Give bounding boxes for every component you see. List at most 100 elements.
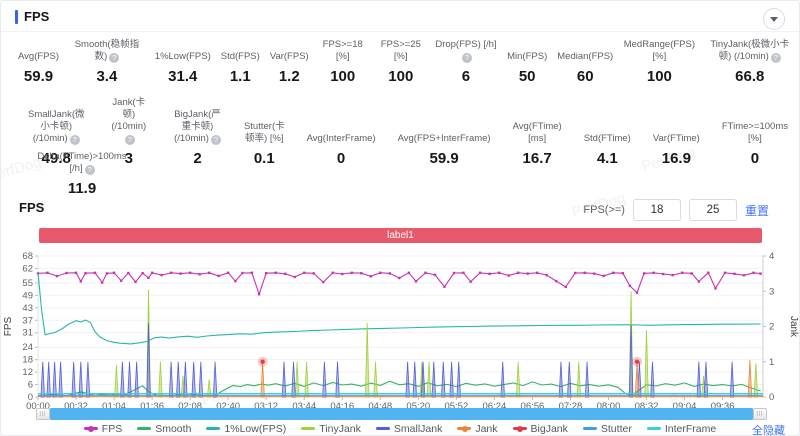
- stat-value: 31.4: [168, 68, 197, 85]
- legend-swatch: [301, 427, 315, 430]
- left-tick-label: 18: [22, 355, 33, 366]
- help-icon[interactable]: ?: [85, 165, 95, 175]
- left-tick-label: 43: [22, 303, 33, 314]
- series-fps-point: [743, 274, 745, 276]
- left-axis-title: FPS: [3, 316, 14, 336]
- help-icon[interactable]: ?: [125, 135, 135, 145]
- stat-label: Avg(FPS): [18, 51, 59, 63]
- legend-item-smooth[interactable]: Smooth: [137, 423, 191, 435]
- series-smalljank-spike: [697, 362, 701, 397]
- series-bigjank-marker: [260, 360, 264, 364]
- left-tick-label: 12: [22, 367, 33, 378]
- help-icon[interactable]: ?: [70, 135, 80, 145]
- legend-label: BigJank: [531, 423, 568, 435]
- series-fps-point: [517, 272, 519, 274]
- stat-value: 66.8: [735, 68, 764, 85]
- legend-label: Smooth: [155, 423, 191, 435]
- reset-link[interactable]: 重置: [745, 202, 769, 219]
- legend-item-jank[interactable]: Jank: [457, 423, 497, 435]
- legend-item-1lowfps[interactable]: 1%Low(FPS): [206, 423, 286, 435]
- legend-swatch: [457, 427, 471, 430]
- series-smalljank-spike: [730, 362, 734, 397]
- stat-value: 59.9: [24, 68, 53, 85]
- stat-label: Drop(FPS) [/h]?: [435, 39, 497, 63]
- right-tick-label: 4: [769, 251, 774, 262]
- right-axis-title: Jank: [788, 316, 799, 338]
- legend-item-stutter[interactable]: Stutter: [583, 423, 632, 435]
- stat-cell: Drop(FPS) [/h]?6: [430, 39, 502, 85]
- series-fps-point: [462, 272, 464, 274]
- chart-legend: FPS Smooth 1%Low(FPS) TinyJank SmallJank Jank…: [1, 421, 799, 436]
- series-fps-point: [84, 272, 86, 274]
- series-fps-point: [46, 272, 48, 274]
- series-fps-point: [398, 277, 400, 279]
- collapse-button[interactable]: [763, 8, 785, 30]
- series-fps-point: [322, 281, 324, 283]
- legend-label: Jank: [475, 423, 497, 435]
- stat-cell: Median(FPS)60: [552, 51, 618, 85]
- stat-label: TinyJank(极微小卡顿) (/10min)?: [706, 39, 794, 63]
- stat-label: BigJank(严重卡顿) (/10min)?: [173, 109, 222, 145]
- fps-panel: FPS Avg(FPS)59.9Smooth(稳帧指数)?3.41%Low(FP…: [0, 0, 800, 436]
- scrollbar-left-handle[interactable]: |||: [36, 408, 50, 420]
- help-icon[interactable]: ?: [462, 53, 472, 63]
- help-icon[interactable]: ?: [211, 135, 221, 145]
- series-fps-point: [227, 272, 229, 274]
- series-tinyjank-spike: [159, 362, 163, 397]
- help-icon[interactable]: ?: [771, 53, 781, 63]
- fps-max-input[interactable]: [689, 199, 737, 221]
- series-fps-point: [603, 275, 605, 277]
- stat-cell: Stutter(卡顿率) [%]0.1: [233, 121, 296, 167]
- fps-chart[interactable]: 06121824313743495562680123400:0000:3201:…: [1, 247, 800, 411]
- left-tick-label: 6: [28, 380, 33, 391]
- series-tinyjank-spike: [365, 323, 369, 397]
- right-tick-label: 1: [769, 357, 774, 368]
- series-fps-point: [526, 272, 528, 274]
- series-smalljank-spike: [184, 362, 188, 397]
- series-fps-point: [536, 272, 538, 274]
- stat-cell: MedRange(FPS)[%]100: [618, 39, 700, 85]
- series-smalljank-spike: [432, 362, 436, 397]
- fps-filter-label: FPS(>=): [583, 204, 625, 216]
- chevron-down-icon: [770, 17, 778, 22]
- chart-section-title: FPS: [19, 200, 44, 215]
- stat-label: Smooth(稳帧指数)?: [69, 39, 145, 63]
- help-icon[interactable]: ?: [109, 53, 119, 63]
- label-banner[interactable]: label1: [39, 228, 762, 243]
- series-fps-point: [217, 275, 219, 277]
- series-fps-point: [147, 277, 149, 279]
- legend-item-tinyjank[interactable]: TinyJank: [301, 423, 361, 435]
- series-smalljank-spike: [213, 362, 217, 397]
- series-fps-point: [234, 280, 236, 282]
- series-smalljank-spike: [292, 362, 296, 397]
- legend-item-smalljank[interactable]: SmallJank: [376, 423, 442, 435]
- series-tinyjank-spike: [374, 362, 378, 397]
- stat-cell: FPS>=25 [%]100: [372, 39, 430, 85]
- series-smalljank-spike: [128, 362, 132, 397]
- legend-item-bigjank[interactable]: BigJank: [513, 423, 568, 435]
- stat-value: 50: [519, 68, 536, 85]
- stat-label: MedRange(FPS)[%]: [623, 39, 695, 63]
- series-fps-point: [643, 272, 645, 274]
- series-fps-point: [453, 272, 455, 274]
- legend-item-fps[interactable]: FPS: [84, 423, 122, 435]
- series-fps-point: [555, 280, 557, 282]
- series-fps-point: [707, 272, 709, 274]
- scrollbar-track[interactable]: [50, 408, 753, 420]
- series-fps-point: [332, 272, 334, 274]
- series-fps-point: [498, 272, 500, 274]
- legend-item-interframe[interactable]: InterFrame: [647, 423, 716, 435]
- series-fps-point: [545, 274, 547, 276]
- stats-row-3: Delta(FTime)>100ms [/h]?11.9: [25, 151, 139, 197]
- left-tick-label: 68: [22, 251, 33, 262]
- legend-swatch: [583, 427, 597, 430]
- stat-label: Stutter(卡顿率) [%]: [244, 121, 285, 145]
- series-fps-point: [134, 281, 136, 283]
- series-fps-point: [208, 272, 210, 274]
- series-smalljank-spike: [135, 362, 139, 397]
- fps-min-input[interactable]: [633, 199, 681, 221]
- series-fps-point: [565, 286, 567, 288]
- scrollbar-right-handle[interactable]: |||: [753, 408, 767, 420]
- series-tinyjank-spike: [305, 362, 309, 397]
- hide-all-link[interactable]: 全隐藏: [752, 422, 785, 436]
